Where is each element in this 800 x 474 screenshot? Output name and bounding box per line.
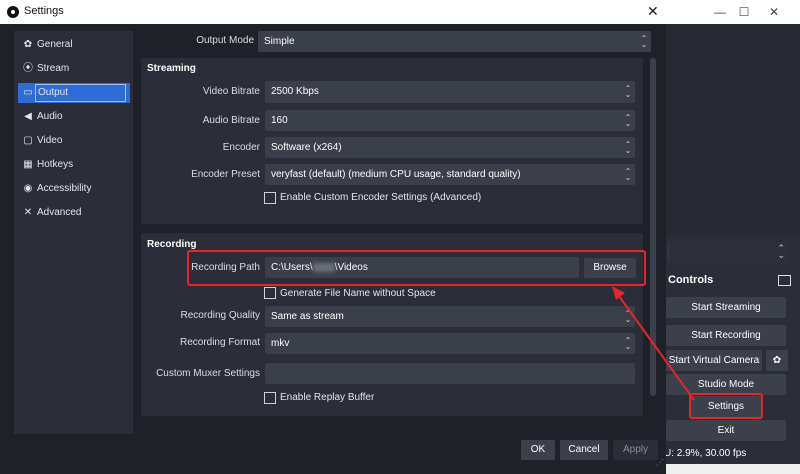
speaker-icon: ◀ [24, 111, 32, 122]
studio-mode-button[interactable]: Studio Mode [666, 374, 786, 395]
sidebar-item-accessibility[interactable]: ◉ Accessibility [18, 179, 130, 199]
ok-button[interactable]: OK [521, 440, 555, 460]
obs-logo-icon [7, 6, 19, 18]
audio-bitrate-select[interactable]: 160 ⌃ ⌄ [265, 110, 635, 131]
gear-icon: ✿ [23, 39, 33, 50]
encoder-preset-value: veryfast (default) (medium CPU usage, st… [271, 169, 521, 180]
sidebar-item-label: Stream [37, 63, 70, 74]
sidebar-item-label: Accessibility [37, 183, 92, 194]
main-window-combo[interactable]: ⌃ ⌄ [668, 242, 789, 262]
minimize-icon[interactable]: — [712, 4, 728, 20]
recording-format-value: mkv [271, 338, 290, 349]
sidebar-item-output[interactable]: ▭ Output [18, 83, 130, 103]
settings-titlebar [0, 0, 666, 24]
recording-quality-label: Recording Quality [180, 310, 260, 321]
sidebar-item-label: Output [35, 84, 126, 102]
video-bitrate-value: 2500 Kbps [271, 86, 319, 97]
encoder-label: Encoder [222, 142, 260, 153]
main-preview-area [666, 24, 800, 236]
main-window-bottom-edge [666, 464, 800, 474]
output-mode-label: Output Mode [196, 35, 254, 46]
sidebar-item-label: General [37, 39, 73, 50]
undock-icon[interactable] [778, 275, 791, 286]
recording-quality-select[interactable]: Same as stream ⌃ ⌄ [265, 306, 635, 327]
sidebar-item-stream[interactable]: ⦿ Stream [18, 59, 130, 79]
recording-format-label: Recording Format [179, 337, 260, 348]
main-window-titlebar: — ☐ ✕ [666, 0, 800, 24]
video-bitrate-label: Video Bitrate [202, 86, 260, 97]
replay-buffer-label: Enable Replay Buffer [280, 392, 375, 403]
recording-quality-value: Same as stream [271, 311, 344, 322]
monitor-icon: ▭ [23, 87, 33, 98]
audio-bitrate-label: Audio Bitrate [202, 115, 260, 126]
tools-icon: ✕ [23, 207, 33, 218]
close-main-icon[interactable]: ✕ [766, 4, 782, 20]
output-mode-value: Simple [264, 36, 295, 47]
chevron-updown-icon: ⌃ ⌄ [640, 34, 648, 49]
chevron-updown-icon: ⌃ ⌄ [624, 167, 632, 182]
chevron-updown-icon: ⌃ ⌄ [777, 243, 785, 260]
replay-buffer-checkbox[interactable] [264, 392, 276, 404]
output-mode-select[interactable]: Simple ⌃ ⌄ [258, 31, 651, 52]
keyboard-icon: ▦ [23, 159, 33, 170]
start-streaming-button[interactable]: Start Streaming [666, 297, 786, 318]
settings-sidebar: ✿ General ⦿ Stream ▭ Output ◀ Audio ▢ Vi… [14, 31, 133, 434]
start-recording-button[interactable]: Start Recording [666, 325, 786, 346]
encoder-preset-label: Encoder Preset [191, 169, 260, 180]
sidebar-item-general[interactable]: ✿ General [18, 35, 130, 55]
sidebar-item-hotkeys[interactable]: ▦ Hotkeys [18, 155, 130, 175]
settings-scrollbar-thumb[interactable] [650, 58, 656, 396]
broadcast-icon: ⦿ [23, 63, 33, 74]
sidebar-item-video[interactable]: ▢ Video [18, 131, 130, 151]
sidebar-item-label: Audio [37, 111, 63, 122]
streaming-section-title: Streaming [147, 63, 196, 74]
chevron-updown-icon: ⌃ ⌄ [624, 336, 632, 351]
gen-filename-label: Generate File Name without Space [280, 288, 436, 299]
accessibility-icon: ◉ [23, 183, 33, 194]
settings-title: Settings [24, 5, 64, 17]
encoder-preset-select[interactable]: veryfast (default) (medium CPU usage, st… [265, 164, 635, 185]
sidebar-item-label: Video [37, 135, 63, 146]
custom-muxer-label: Custom Muxer Settings [156, 368, 260, 379]
virtual-camera-gear-icon[interactable]: ✿ [766, 350, 788, 371]
custom-encoder-label: Enable Custom Encoder Settings (Advanced… [280, 192, 482, 203]
annotation-recording-path-box [187, 250, 646, 286]
video-bitrate-spinbox[interactable]: 2500 Kbps ⌃ ⌄ [265, 81, 635, 103]
recording-format-select[interactable]: mkv ⌃ ⌄ [265, 333, 635, 354]
chevron-updown-icon: ⌃ ⌄ [624, 140, 632, 155]
close-icon[interactable]: ✕ [647, 3, 659, 20]
status-bar: U: 2.9%, 30.00 fps [664, 443, 800, 464]
resize-grip-icon[interactable]: ⋰ [656, 458, 664, 467]
gen-filename-checkbox[interactable] [264, 287, 276, 299]
sidebar-item-advanced[interactable]: ✕ Advanced [18, 203, 130, 223]
custom-encoder-checkbox[interactable] [264, 192, 276, 204]
recording-section-title: Recording [147, 239, 197, 250]
exit-button[interactable]: Exit [666, 420, 786, 441]
encoder-select[interactable]: Software (x264) ⌃ ⌄ [265, 137, 635, 158]
sidebar-item-label: Hotkeys [37, 159, 74, 170]
apply-button[interactable]: Apply [613, 440, 658, 460]
video-icon: ▢ [23, 135, 33, 146]
audio-bitrate-value: 160 [271, 115, 288, 126]
cancel-button[interactable]: Cancel [560, 440, 608, 460]
start-virtual-camera-button[interactable]: Start Virtual Camera [666, 350, 762, 371]
chevron-updown-icon: ⌃ ⌄ [624, 84, 632, 99]
chevron-updown-icon: ⌃ ⌄ [624, 309, 632, 324]
controls-dock-title: Controls [668, 274, 714, 286]
custom-muxer-input[interactable] [265, 363, 635, 384]
annotation-settings-box [689, 393, 763, 419]
sidebar-item-label: Advanced [37, 207, 82, 218]
maximize-icon[interactable]: ☐ [736, 4, 752, 20]
encoder-value: Software (x264) [271, 142, 342, 153]
chevron-updown-icon: ⌃ ⌄ [624, 113, 632, 128]
sidebar-item-audio[interactable]: ◀ Audio [18, 107, 130, 127]
